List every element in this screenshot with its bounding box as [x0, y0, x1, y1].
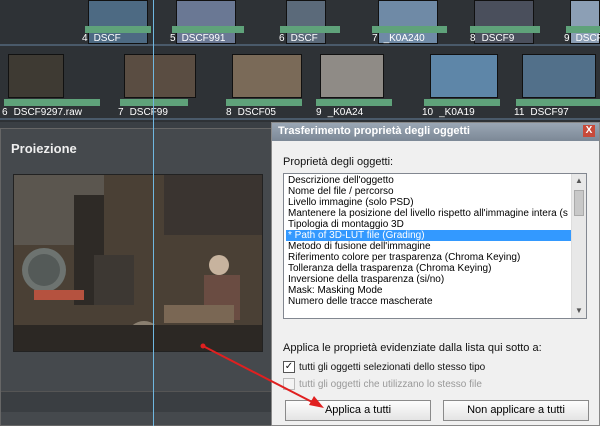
property-item[interactable]: Numero delle tracce mascherate: [286, 296, 576, 307]
clip-label: 7 DSCF99: [118, 107, 168, 118]
scroll-down-icon[interactable]: ▼: [572, 304, 586, 318]
clip-bar: [470, 26, 540, 33]
clip-thumbnail[interactable]: [8, 54, 64, 98]
same-type-option[interactable]: ✓ tutti gli oggetti selezionati dello st…: [283, 361, 583, 375]
property-item[interactable]: Tipologia di montaggio 3D: [286, 219, 576, 230]
clip-bar: [516, 99, 600, 106]
property-item[interactable]: Descrizione dell'oggetto: [286, 175, 576, 186]
clip-bar: [424, 99, 500, 106]
transfer-properties-dialog: Trasferimento proprietà degli oggetti X …: [271, 122, 600, 426]
clip-label: 8 DSCF9: [470, 33, 515, 44]
property-item[interactable]: Mantenere la posizione del livello rispe…: [286, 208, 576, 219]
same-file-checkbox: [283, 378, 295, 390]
dialog-title: Trasferimento proprietà degli oggetti: [278, 125, 470, 137]
clip-label: 6 DSCF9297.raw: [2, 107, 82, 118]
clip-thumbnail[interactable]: [124, 54, 196, 98]
same-file-label: tutti gli oggetti che utilizzano lo stes…: [299, 379, 482, 390]
same-type-label: tutti gli oggetti selezionati dello stes…: [299, 362, 486, 373]
playhead-line[interactable]: [153, 0, 154, 426]
no-apply-all-button[interactable]: Non applicare a tutti: [443, 400, 589, 421]
clip-label: 5 DSCF991: [170, 33, 226, 44]
clip-bar: [280, 26, 340, 33]
clip-label: 10 _K0A19: [422, 107, 475, 118]
projection-panel: Proiezione: [0, 128, 272, 426]
clip-thumbnail[interactable]: [522, 54, 596, 98]
scrollbar-thumb[interactable]: [574, 190, 584, 216]
projection-footer: [1, 391, 271, 412]
property-item[interactable]: Metodo di fusione dell'immagine: [286, 241, 576, 252]
close-button[interactable]: X: [583, 125, 595, 137]
property-item[interactable]: Livello immagine (solo PSD): [286, 197, 576, 208]
properties-scrollbar[interactable]: ▲ ▼: [571, 174, 586, 318]
apply-to-label: Applica le proprietà evidenziate dalla l…: [283, 342, 542, 354]
projection-image: [13, 174, 263, 352]
same-file-option: tutti gli oggetti che utilizzano lo stes…: [283, 378, 583, 392]
clip-label: 9 DSCF: [564, 33, 600, 44]
clip-label: 9 _K0A24: [316, 107, 364, 118]
clip-bar: [372, 26, 447, 33]
clip-label: 7 _K0A240: [372, 33, 425, 44]
clip-bar: [226, 99, 302, 106]
same-type-checkbox[interactable]: ✓: [283, 361, 295, 373]
clip-bar: [120, 99, 188, 106]
clip-bar: [85, 26, 151, 33]
workshop-photo: [14, 175, 262, 351]
scroll-up-icon[interactable]: ▲: [572, 174, 586, 188]
clip-bar: [4, 99, 100, 106]
clip-bar: [316, 99, 392, 106]
properties-label: Proprietà degli oggetti:: [283, 156, 394, 168]
property-item[interactable]: Riferimento colore per trasparenza (Chro…: [286, 252, 576, 263]
clip-label: 8 DSCF05: [226, 107, 276, 118]
apply-all-button[interactable]: Applica a tutti: [285, 400, 431, 421]
clip-thumbnail[interactable]: [320, 54, 384, 98]
property-item[interactable]: Mask: Masking Mode: [286, 285, 576, 296]
property-item[interactable]: Inversione della trasparenza (si/no): [286, 274, 576, 285]
timeline: 4 DSCF 5 DSCF991 6 DSCF 7 _K0A240 8 DSCF9 9 DS…: [0, 0, 600, 122]
clip-thumbnail[interactable]: [430, 54, 498, 98]
clip-label: 11 DSCF97: [514, 107, 569, 118]
properties-list[interactable]: Descrizione dell'oggetto Nome del file /…: [283, 173, 587, 319]
clip-thumbnail[interactable]: [232, 54, 302, 98]
dialog-titlebar[interactable]: Trasferimento proprietà degli oggetti X: [272, 123, 599, 141]
clip-label: 4 DSCF: [82, 33, 121, 44]
projection-title: Proiezione: [11, 141, 77, 156]
property-item[interactable]: Nome del file / percorso: [286, 186, 576, 197]
clip-bar: [566, 26, 600, 33]
property-item[interactable]: Tolleranza della trasparenza (Chroma Key…: [286, 263, 576, 274]
clip-label: 6 DSCF: [279, 33, 318, 44]
property-item-selected[interactable]: * Path of 3D-LUT file (Grading): [286, 230, 576, 241]
clip-bar: [172, 26, 244, 33]
